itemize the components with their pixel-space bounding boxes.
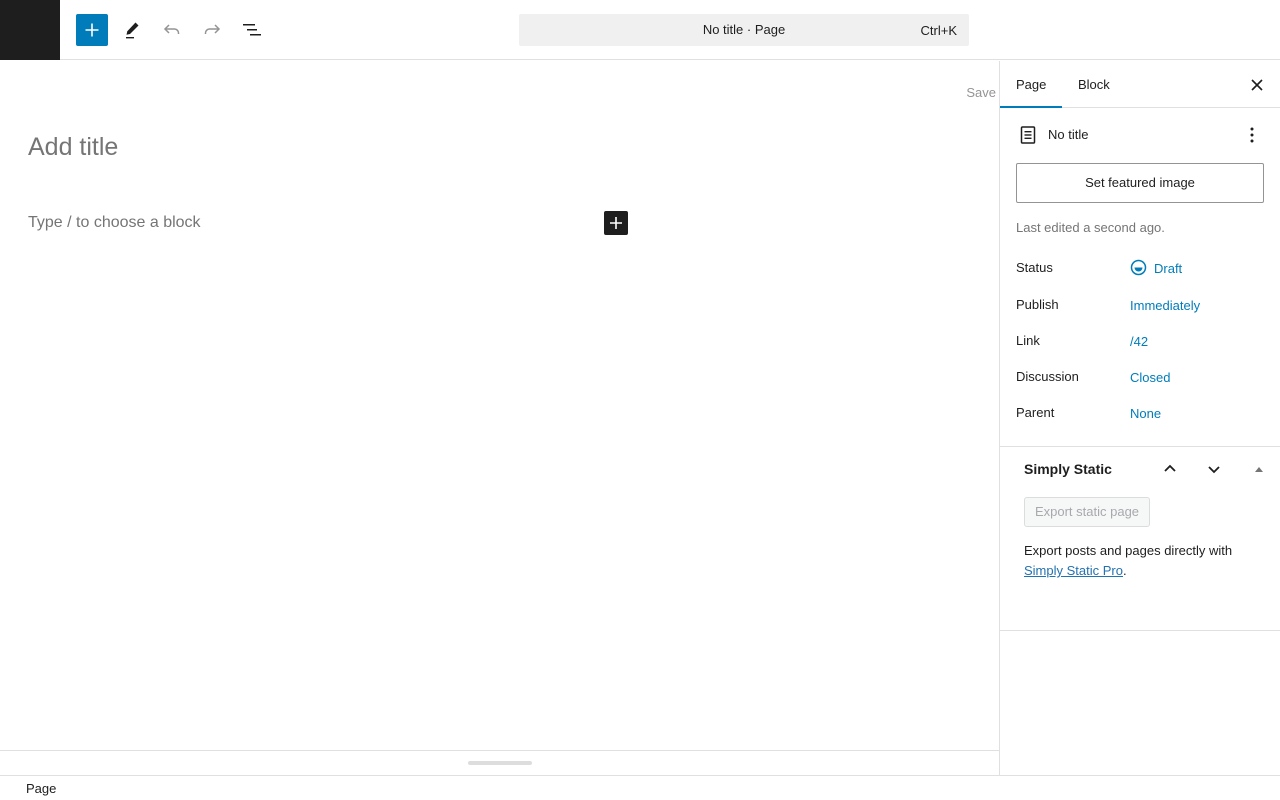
meta-row-link: Link /42	[1016, 333, 1266, 353]
pencil-icon	[126, 22, 139, 39]
move-up-button[interactable]	[1160, 459, 1180, 479]
draft-status-icon	[1130, 259, 1147, 279]
redo-button[interactable]	[196, 14, 228, 46]
add-block-button[interactable]	[604, 211, 628, 235]
plus-icon	[85, 23, 99, 37]
discussion-label: Discussion	[1016, 369, 1079, 384]
keyboard-shortcut: Ctrl+K	[920, 23, 957, 38]
list-view-button[interactable]	[236, 14, 268, 46]
publish-label: Publish	[1016, 297, 1059, 312]
simply-static-panel: Simply Static Export static page Export …	[1000, 446, 1280, 631]
chevron-up-icon	[1164, 464, 1176, 472]
plus-icon	[610, 217, 622, 229]
document-title[interactable]: No title · Page	[519, 22, 969, 37]
more-options-button[interactable]	[1244, 125, 1260, 145]
tab-block[interactable]: Block	[1062, 61, 1126, 108]
meta-row-publish: Publish Immediately	[1016, 297, 1266, 317]
redo-icon	[204, 24, 221, 34]
command-palette-bar[interactable]: No title · Page Ctrl+K	[519, 14, 969, 46]
close-sidebar-button[interactable]	[1245, 73, 1269, 97]
simply-static-title[interactable]: Simply Static	[1024, 461, 1112, 477]
meta-row-discussion: Discussion Closed	[1016, 369, 1266, 389]
close-icon	[1251, 79, 1263, 91]
resize-handle[interactable]	[468, 761, 532, 765]
simply-static-pro-link[interactable]: Simply Static Pro	[1024, 563, 1123, 578]
link-label: Link	[1016, 333, 1040, 348]
panel-toggle-button[interactable]	[1253, 463, 1265, 475]
editor-canvas: Save Add title Type / to choose a block	[0, 61, 999, 750]
list-view-icon	[243, 24, 261, 36]
sidebar-tabs: Page Block	[1000, 61, 1280, 108]
save-button[interactable]: Save	[966, 85, 996, 100]
description-text: Export posts and pages directly with	[1024, 543, 1233, 558]
parent-value-button[interactable]: None	[1130, 406, 1161, 421]
set-featured-image-button[interactable]: Set featured image	[1016, 163, 1264, 203]
page-icon	[1020, 126, 1036, 149]
export-static-page-button[interactable]: Export static page	[1024, 497, 1150, 527]
chevron-down-icon	[1208, 466, 1220, 474]
tab-page[interactable]: Page	[1000, 61, 1062, 108]
breadcrumb[interactable]: Page	[26, 781, 56, 796]
post-title-input[interactable]: Add title	[28, 133, 118, 162]
move-down-button[interactable]	[1204, 459, 1224, 479]
parent-label: Parent	[1016, 405, 1055, 420]
block-placeholder[interactable]: Type / to choose a block	[28, 214, 201, 232]
tools-button[interactable]	[116, 14, 148, 46]
caret-up-icon	[1255, 467, 1263, 472]
last-edited-text: Last edited a second ago.	[1016, 220, 1165, 235]
undo-button[interactable]	[156, 14, 188, 46]
simply-static-description: Export posts and pages directly with Sim…	[1024, 541, 1264, 581]
link-value-button[interactable]: /42	[1130, 334, 1148, 349]
publish-value-button[interactable]: Immediately	[1130, 298, 1200, 313]
site-icon-button[interactable]	[0, 0, 60, 60]
meta-row-status: Status Draft	[1016, 259, 1266, 280]
meta-boxes-resize-area	[0, 750, 999, 775]
meta-row-parent: Parent None	[1016, 405, 1266, 425]
document-name: No title	[1048, 127, 1089, 142]
settings-sidebar: Page Block No title Set featured image L…	[999, 61, 1280, 775]
status-label: Status	[1016, 260, 1053, 275]
editor-footer: Page	[0, 775, 1280, 800]
block-inserter-button[interactable]	[76, 14, 108, 46]
status-value-button[interactable]: Draft	[1154, 261, 1182, 276]
editor-header: No title · Page Ctrl+K	[0, 0, 1280, 60]
description-suffix: .	[1122, 563, 1127, 578]
undo-icon	[163, 24, 180, 34]
more-vertical-icon	[1250, 127, 1254, 143]
discussion-value-button[interactable]: Closed	[1130, 370, 1170, 385]
